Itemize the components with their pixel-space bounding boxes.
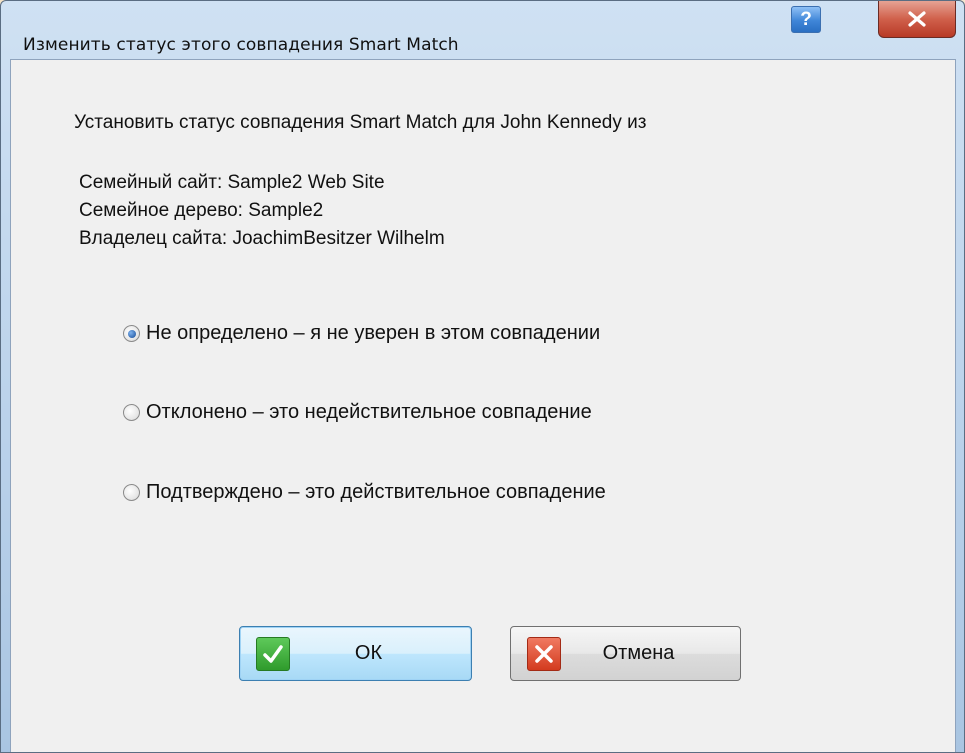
ok-button-label: ОК [354, 642, 383, 664]
prompt-text: Установить статус совпадения Smart Match… [74, 112, 647, 133]
cancel-button-label: Отмена [602, 642, 675, 664]
close-icon [908, 11, 926, 27]
option-undetermined-label: Не определено – я не уверен в этом совпа… [146, 322, 601, 344]
family-tree-text: Семейное дерево: Sample2 [79, 200, 324, 221]
option-rejected[interactable]: Отклонено – это недействительное совпаде… [123, 401, 592, 424]
checkmark-icon [256, 636, 290, 671]
option-confirmed[interactable]: Подтверждено – это действительное совпад… [123, 481, 606, 504]
option-rejected-label: Отклонено – это недействительное совпаде… [146, 401, 592, 423]
family-site-text: Семейный сайт: Sample2 Web Site [79, 172, 385, 193]
radio-confirmed[interactable] [123, 484, 140, 501]
site-owner-text: Владелец сайта: JoachimBesitzer Wilhelm [79, 228, 445, 249]
close-button[interactable] [878, 1, 956, 38]
radio-undetermined[interactable] [123, 325, 140, 342]
option-undetermined[interactable]: Не определено – я не уверен в этом совпа… [123, 322, 600, 345]
option-confirmed-label: Подтверждено – это действительное совпад… [146, 481, 606, 503]
help-icon: ? [800, 8, 812, 30]
radio-rejected[interactable] [123, 404, 140, 421]
ok-button[interactable]: ОК [239, 626, 472, 681]
window-title: Изменить статус этого совпадения Smart M… [23, 35, 459, 55]
title-bar[interactable]: Изменить статус этого совпадения Smart M… [1, 1, 964, 59]
radio-selected-dot [127, 329, 136, 338]
dialog-window: Изменить статус этого совпадения Smart M… [0, 0, 965, 753]
cancel-button[interactable]: Отмена [510, 626, 741, 681]
cross-icon [527, 636, 561, 671]
dialog-body: Установить статус совпадения Smart Match… [10, 59, 956, 752]
help-button[interactable]: ? [791, 6, 821, 33]
